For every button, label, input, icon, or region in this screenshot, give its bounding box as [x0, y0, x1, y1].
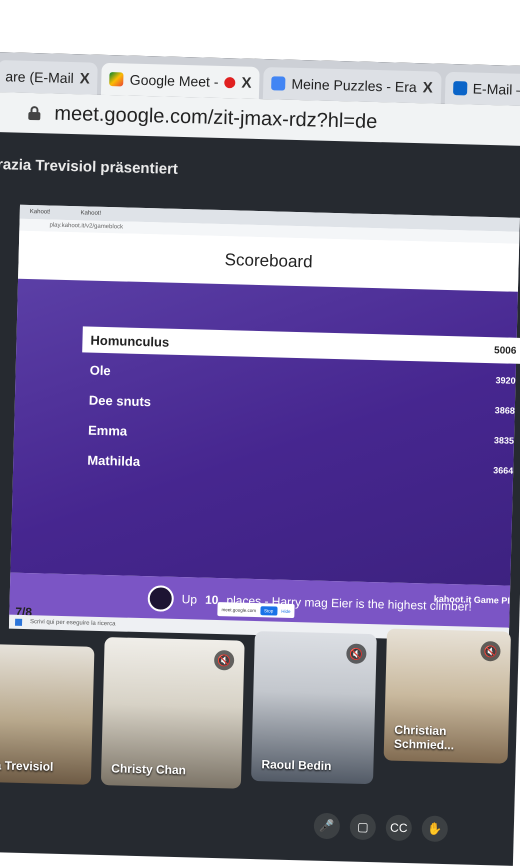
- player-score: 5006: [493, 344, 517, 357]
- mic-off-icon: 🔇: [346, 643, 367, 664]
- captions-button[interactable]: CC: [385, 814, 413, 842]
- presenter-label: razia Trevisiol präsentiert: [0, 156, 179, 178]
- player-name: Mathilda: [87, 452, 141, 469]
- recording-icon: [224, 76, 236, 88]
- participant-tile[interactable]: 🔇 Christy Chan: [100, 637, 245, 789]
- participant-tile[interactable]: 🔇 Christian Schmied...: [383, 628, 512, 764]
- inner-tab: Kahoot!: [29, 208, 51, 216]
- mic-off-icon: 🔇: [480, 640, 501, 662]
- tab-outlook[interactable]: E-Mail – Christian S X: [444, 71, 520, 109]
- presented-slide: Kahoot! Kahoot! play.kahoot.it/v2/gamebl…: [8, 204, 520, 642]
- projected-screen: are (E-Mail X Google Meet - X Meine Puzz…: [0, 52, 520, 866]
- lock-icon: [28, 106, 40, 120]
- player-score: 3664: [493, 465, 514, 476]
- mic-icon: 🎤: [319, 818, 335, 834]
- participant-name: Christy Chan: [111, 761, 187, 778]
- meeting-code-text: zit-jmax-rdz: [5, 859, 94, 866]
- close-icon[interactable]: X: [423, 79, 433, 96]
- climber-badge-icon: [147, 585, 175, 612]
- climber-places: 10: [204, 592, 219, 608]
- player-score: 3868: [494, 405, 515, 416]
- outlook-icon: [452, 81, 467, 96]
- meet-icon: [109, 72, 124, 87]
- taskbar-search: Scrivi qui per eseguire la ricerca: [30, 619, 116, 628]
- windows-icon: [15, 618, 23, 626]
- camera-icon: ▢: [356, 819, 369, 835]
- close-icon[interactable]: X: [80, 70, 90, 87]
- meeting-code: zit-jmax-rdz: [0, 858, 95, 866]
- tab-email[interactable]: are (E-Mail X: [0, 60, 99, 95]
- screen-share-banner: meet.google.com Stop Hide: [217, 602, 295, 619]
- tab-label: Google Meet -: [129, 71, 219, 90]
- tab-puzzles[interactable]: Meine Puzzles - Era X: [263, 67, 442, 104]
- participant-tile[interactable]: ia Trevisiol: [0, 643, 95, 785]
- leaderboard: Homunculus 5006 Ole 3920 Dee snuts 3868 …: [10, 278, 520, 586]
- puzzle-icon: [271, 76, 286, 91]
- participant-name: ia Trevisiol: [0, 758, 54, 774]
- player-name: Ole: [89, 362, 111, 378]
- camera-button[interactable]: ▢: [349, 813, 377, 841]
- mic-off-icon: 🔇: [213, 649, 235, 671]
- captions-icon: CC: [389, 820, 408, 836]
- player-name: Emma: [87, 422, 128, 439]
- hide-button[interactable]: Hide: [281, 608, 290, 613]
- kahoot-brand: kahoot.it Game PI: [433, 593, 510, 606]
- participant-tile[interactable]: 🔇 Raoul Bedin: [251, 631, 377, 785]
- participant-name: Raoul Bedin: [261, 757, 332, 774]
- hand-icon: ✋: [427, 821, 443, 836]
- tab-label: E-Mail – Christian S: [472, 80, 520, 100]
- stop-sharing-button[interactable]: Stop: [259, 605, 278, 616]
- climber-prefix: Up: [181, 592, 198, 607]
- close-icon[interactable]: X: [241, 74, 251, 91]
- inner-tab: Kahoot!: [80, 210, 102, 217]
- player-score: 3920: [495, 375, 516, 386]
- player-name: Dee snuts: [88, 392, 152, 409]
- participant-name: Christian Schmied...: [393, 722, 455, 753]
- url-text: meet.google.com/zit-jmax-rdz?hl=de: [54, 102, 378, 133]
- player-score: 3835: [493, 435, 515, 446]
- tab-label: are (E-Mail: [5, 68, 75, 87]
- mic-button[interactable]: 🎤: [313, 812, 341, 840]
- tab-label: Meine Puzzles - Era: [291, 75, 417, 96]
- tab-google-meet[interactable]: Google Meet - X: [101, 62, 260, 99]
- player-name: Homunculus: [90, 332, 170, 350]
- raise-hand-button[interactable]: ✋: [421, 815, 449, 843]
